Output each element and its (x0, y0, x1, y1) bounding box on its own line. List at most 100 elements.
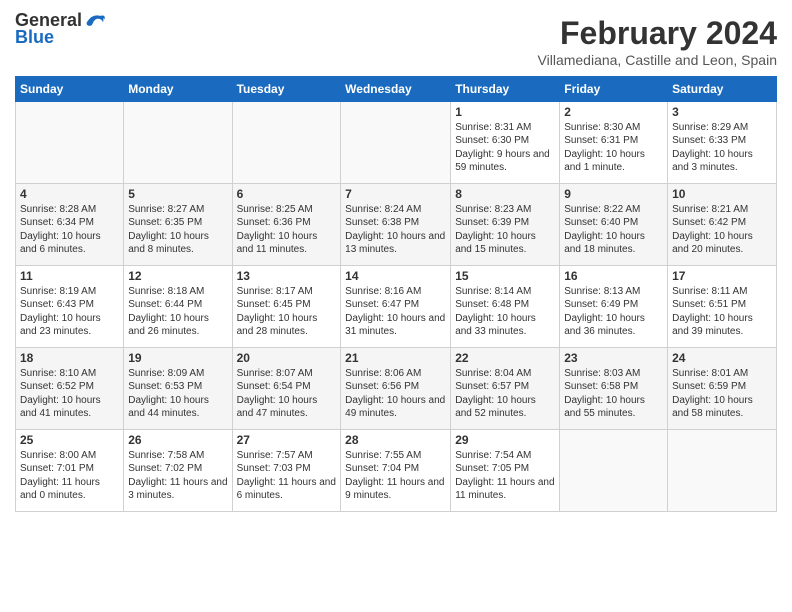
day-info: Sunrise: 8:27 AMSunset: 6:35 PMDaylight:… (128, 203, 227, 257)
calendar-week-row: 18Sunrise: 8:10 AMSunset: 6:52 PMDayligh… (16, 347, 777, 429)
weekday-header-friday: Friday (560, 76, 668, 101)
calendar-day-cell: 2 Sunrise: 8:30 AMSunset: 6:31 PMDaylight… (560, 101, 668, 183)
calendar-day-cell: 4 Sunrise: 8:28 AMSunset: 6:34 PMDaylight… (16, 183, 124, 265)
calendar-day-cell: 24 Sunrise: 8:01 AMSunset: 6:59 PMDayligh… (668, 347, 777, 429)
calendar-day-cell (668, 429, 777, 511)
day-info: Sunrise: 7:57 AMSunset: 7:03 PMDaylight:… (237, 449, 337, 503)
calendar-day-cell (341, 101, 451, 183)
day-number: 11 (20, 269, 119, 283)
day-info: Sunrise: 8:19 AMSunset: 6:43 PMDaylight:… (20, 285, 119, 339)
location: Villamediana, Castille and Leon, Spain (15, 52, 777, 68)
day-number: 27 (237, 433, 337, 447)
day-number: 17 (672, 269, 772, 283)
weekday-header-saturday: Saturday (668, 76, 777, 101)
calendar-day-cell: 23 Sunrise: 8:03 AMSunset: 6:58 PMDayligh… (560, 347, 668, 429)
header: February 2024 Villamediana, Castille and… (15, 15, 777, 68)
calendar-day-cell (124, 101, 232, 183)
calendar-day-cell: 11 Sunrise: 8:19 AMSunset: 6:43 PMDayligh… (16, 265, 124, 347)
day-number: 19 (128, 351, 227, 365)
day-info: Sunrise: 8:31 AMSunset: 6:30 PMDaylight:… (455, 121, 555, 175)
day-number: 20 (237, 351, 337, 365)
day-info: Sunrise: 8:29 AMSunset: 6:33 PMDaylight:… (672, 121, 772, 175)
calendar-day-cell: 18Sunrise: 8:10 AMSunset: 6:52 PMDayligh… (16, 347, 124, 429)
calendar-week-row: 4 Sunrise: 8:28 AMSunset: 6:34 PMDaylight… (16, 183, 777, 265)
day-info: Sunrise: 8:14 AMSunset: 6:48 PMDaylight:… (455, 285, 555, 339)
calendar-day-cell: 17 Sunrise: 8:11 AMSunset: 6:51 PMDayligh… (668, 265, 777, 347)
month-title: February 2024 (15, 15, 777, 52)
day-number: 25 (20, 433, 119, 447)
calendar-day-cell (16, 101, 124, 183)
day-number: 10 (672, 187, 772, 201)
calendar-header-row: SundayMondayTuesdayWednesdayThursdayFrid… (16, 76, 777, 101)
calendar-day-cell: 21 Sunrise: 8:06 AMSunset: 6:56 PMDayligh… (341, 347, 451, 429)
day-number: 7 (345, 187, 446, 201)
day-info: Sunrise: 8:22 AMSunset: 6:40 PMDaylight:… (564, 203, 663, 257)
day-number: 14 (345, 269, 446, 283)
day-info: Sunrise: 8:28 AMSunset: 6:34 PMDaylight:… (20, 203, 119, 257)
calendar-day-cell: 28Sunrise: 7:55 AMSunset: 7:04 PMDayligh… (341, 429, 451, 511)
day-number: 29 (455, 433, 555, 447)
day-info: Sunrise: 8:01 AMSunset: 6:59 PMDaylight:… (672, 367, 772, 421)
day-number: 12 (128, 269, 227, 283)
calendar-day-cell: 16 Sunrise: 8:13 AMSunset: 6:49 PMDayligh… (560, 265, 668, 347)
calendar-day-cell: 8 Sunrise: 8:23 AMSunset: 6:39 PMDaylight… (451, 183, 560, 265)
day-number: 5 (128, 187, 227, 201)
day-info: Sunrise: 7:55 AMSunset: 7:04 PMDaylight:… (345, 449, 446, 503)
calendar-day-cell: 22Sunrise: 8:04 AMSunset: 6:57 PMDayligh… (451, 347, 560, 429)
calendar-day-cell: 3 Sunrise: 8:29 AMSunset: 6:33 PMDaylight… (668, 101, 777, 183)
day-info: Sunrise: 8:18 AMSunset: 6:44 PMDaylight:… (128, 285, 227, 339)
calendar-day-cell: 6 Sunrise: 8:25 AMSunset: 6:36 PMDaylight… (232, 183, 341, 265)
calendar-day-cell: 15 Sunrise: 8:14 AMSunset: 6:48 PMDayligh… (451, 265, 560, 347)
day-info: Sunrise: 8:25 AMSunset: 6:36 PMDaylight:… (237, 203, 337, 257)
day-number: 21 (345, 351, 446, 365)
calendar-day-cell: 13 Sunrise: 8:17 AMSunset: 6:45 PMDayligh… (232, 265, 341, 347)
calendar-table: SundayMondayTuesdayWednesdayThursdayFrid… (15, 76, 777, 512)
day-info: Sunrise: 8:13 AMSunset: 6:49 PMDaylight:… (564, 285, 663, 339)
day-info: Sunrise: 8:16 AMSunset: 6:47 PMDaylight:… (345, 285, 446, 339)
day-number: 2 (564, 105, 663, 119)
day-info: Sunrise: 7:54 AMSunset: 7:05 PMDaylight:… (455, 449, 555, 503)
day-info: Sunrise: 8:00 AMSunset: 7:01 PMDaylight:… (20, 449, 119, 503)
day-number: 26 (128, 433, 227, 447)
day-number: 16 (564, 269, 663, 283)
day-number: 1 (455, 105, 555, 119)
calendar-day-cell: 25 Sunrise: 8:00 AMSunset: 7:01 PMDayligh… (16, 429, 124, 511)
day-info: Sunrise: 7:58 AMSunset: 7:02 PMDaylight:… (128, 449, 227, 503)
day-number: 24 (672, 351, 772, 365)
calendar-day-cell: 29 Sunrise: 7:54 AMSunset: 7:05 PMDayligh… (451, 429, 560, 511)
day-info: Sunrise: 8:24 AMSunset: 6:38 PMDaylight:… (345, 203, 446, 257)
weekday-header-thursday: Thursday (451, 76, 560, 101)
calendar-day-cell: 20Sunrise: 8:07 AMSunset: 6:54 PMDayligh… (232, 347, 341, 429)
calendar-day-cell: 10Sunrise: 8:21 AMSunset: 6:42 PMDayligh… (668, 183, 777, 265)
day-info: Sunrise: 8:11 AMSunset: 6:51 PMDaylight:… (672, 285, 772, 339)
day-number: 8 (455, 187, 555, 201)
day-info: Sunrise: 8:06 AMSunset: 6:56 PMDaylight:… (345, 367, 446, 421)
day-info: Sunrise: 8:30 AMSunset: 6:31 PMDaylight:… (564, 121, 663, 175)
day-number: 4 (20, 187, 119, 201)
calendar-day-cell: 14 Sunrise: 8:16 AMSunset: 6:47 PMDayligh… (341, 265, 451, 347)
weekday-header-sunday: Sunday (16, 76, 124, 101)
calendar-day-cell: 7 Sunrise: 8:24 AMSunset: 6:38 PMDaylight… (341, 183, 451, 265)
day-number: 15 (455, 269, 555, 283)
day-info: Sunrise: 8:23 AMSunset: 6:39 PMDaylight:… (455, 203, 555, 257)
calendar-day-cell: 1 Sunrise: 8:31 AMSunset: 6:30 PMDaylight… (451, 101, 560, 183)
calendar-day-cell: 19Sunrise: 8:09 AMSunset: 6:53 PMDayligh… (124, 347, 232, 429)
day-number: 23 (564, 351, 663, 365)
weekday-header-monday: Monday (124, 76, 232, 101)
calendar-day-cell: 26 Sunrise: 7:58 AMSunset: 7:02 PMDayligh… (124, 429, 232, 511)
day-number: 3 (672, 105, 772, 119)
day-number: 13 (237, 269, 337, 283)
day-info: Sunrise: 8:03 AMSunset: 6:58 PMDaylight:… (564, 367, 663, 421)
calendar-day-cell: 12 Sunrise: 8:18 AMSunset: 6:44 PMDayligh… (124, 265, 232, 347)
calendar-day-cell (232, 101, 341, 183)
day-number: 6 (237, 187, 337, 201)
calendar-week-row: 1 Sunrise: 8:31 AMSunset: 6:30 PMDaylight… (16, 101, 777, 183)
day-number: 22 (455, 351, 555, 365)
day-number: 9 (564, 187, 663, 201)
weekday-header-tuesday: Tuesday (232, 76, 341, 101)
logo-blue: Blue (15, 27, 54, 47)
logo-bird-icon (84, 10, 106, 32)
calendar-day-cell: 9 Sunrise: 8:22 AMSunset: 6:40 PMDaylight… (560, 183, 668, 265)
weekday-header-wednesday: Wednesday (341, 76, 451, 101)
day-info: Sunrise: 8:17 AMSunset: 6:45 PMDaylight:… (237, 285, 337, 339)
